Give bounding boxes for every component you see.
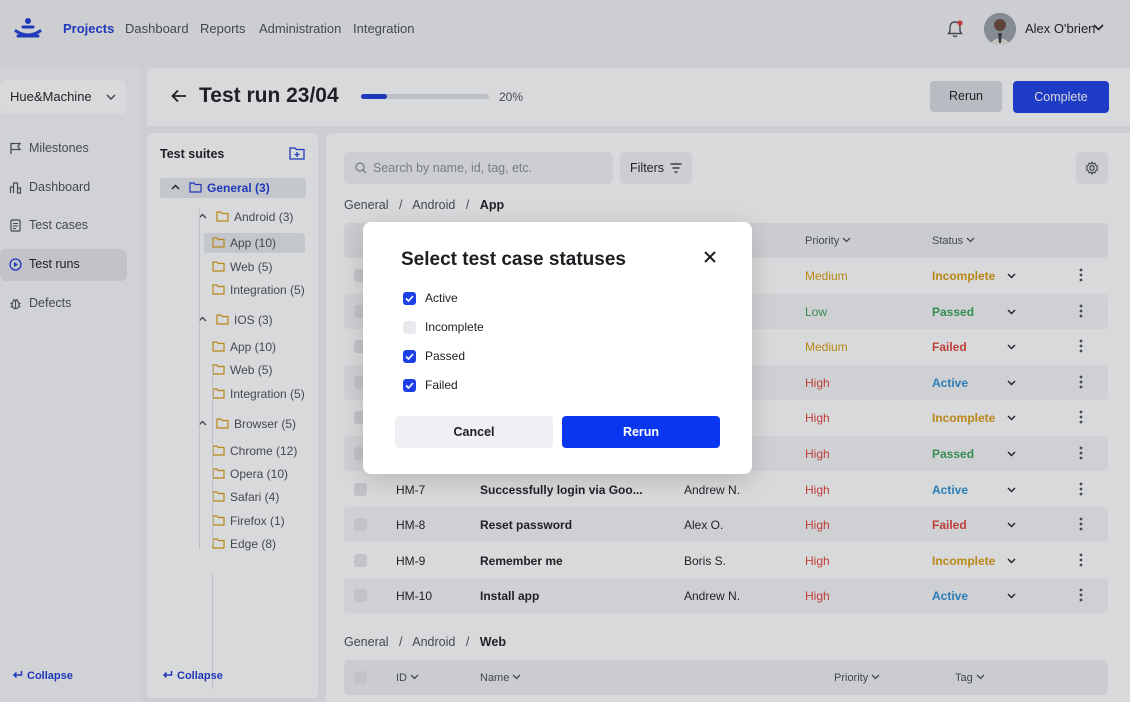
status-option-label: Passed xyxy=(425,349,466,363)
checkmark-icon xyxy=(405,382,414,389)
status-option-label: Failed xyxy=(425,378,458,392)
cancel-button[interactable]: Cancel xyxy=(395,416,553,448)
checkbox-checked[interactable] xyxy=(403,350,416,363)
checkmark-icon xyxy=(405,295,414,302)
close-icon[interactable] xyxy=(703,250,717,264)
status-option-label: Incomplete xyxy=(425,320,484,334)
checkbox-unchecked[interactable] xyxy=(403,321,416,334)
checkbox-checked[interactable] xyxy=(403,379,416,392)
select-statuses-modal: Select test case statuses Active Incomple… xyxy=(363,222,752,474)
status-option-label: Active xyxy=(425,291,458,305)
modal-title: Select test case statuses xyxy=(401,249,626,270)
modal-rerun-button[interactable]: Rerun xyxy=(562,416,720,448)
checkbox-checked[interactable] xyxy=(403,292,416,305)
checkmark-icon xyxy=(405,353,414,360)
